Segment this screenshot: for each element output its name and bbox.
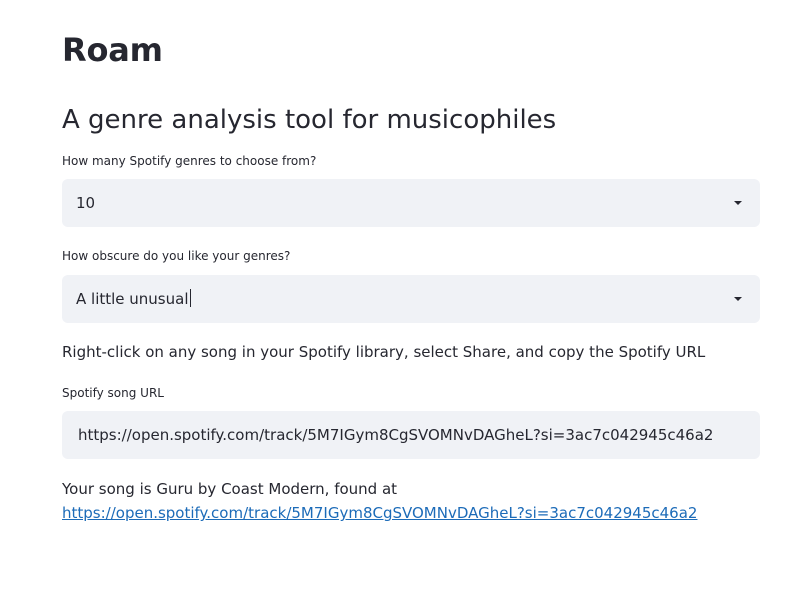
- result-prefix: Your song is Guru by Coast Modern, found…: [62, 480, 398, 498]
- obscurity-select[interactable]: A little unusual: [62, 275, 760, 323]
- genre-count-value: 10: [76, 194, 96, 212]
- song-url-label: Spotify song URL: [62, 386, 164, 400]
- app-title: Roam: [62, 31, 163, 69]
- text-cursor: [189, 289, 191, 307]
- obscurity-value: A little unusual: [76, 275, 191, 323]
- obscurity-value-text: A little unusual: [76, 290, 189, 308]
- app-page: Roam A genre analysis tool for musicophi…: [0, 0, 801, 601]
- genre-count-select[interactable]: 10: [62, 179, 760, 227]
- chevron-down-icon[interactable]: [734, 297, 742, 301]
- app-subtitle: A genre analysis tool for musicophiles: [62, 105, 557, 135]
- song-link[interactable]: https://open.spotify.com/track/5M7IGym8C…: [62, 501, 762, 525]
- chevron-down-icon[interactable]: [734, 201, 742, 205]
- song-url-input[interactable]: [62, 411, 760, 459]
- instructions-text: Right-click on any song in your Spotify …: [62, 343, 706, 361]
- obscurity-label: How obscure do you like your genres?: [62, 249, 291, 263]
- result-message: Your song is Guru by Coast Modern, found…: [62, 477, 762, 525]
- genre-count-label: How many Spotify genres to choose from?: [62, 154, 317, 168]
